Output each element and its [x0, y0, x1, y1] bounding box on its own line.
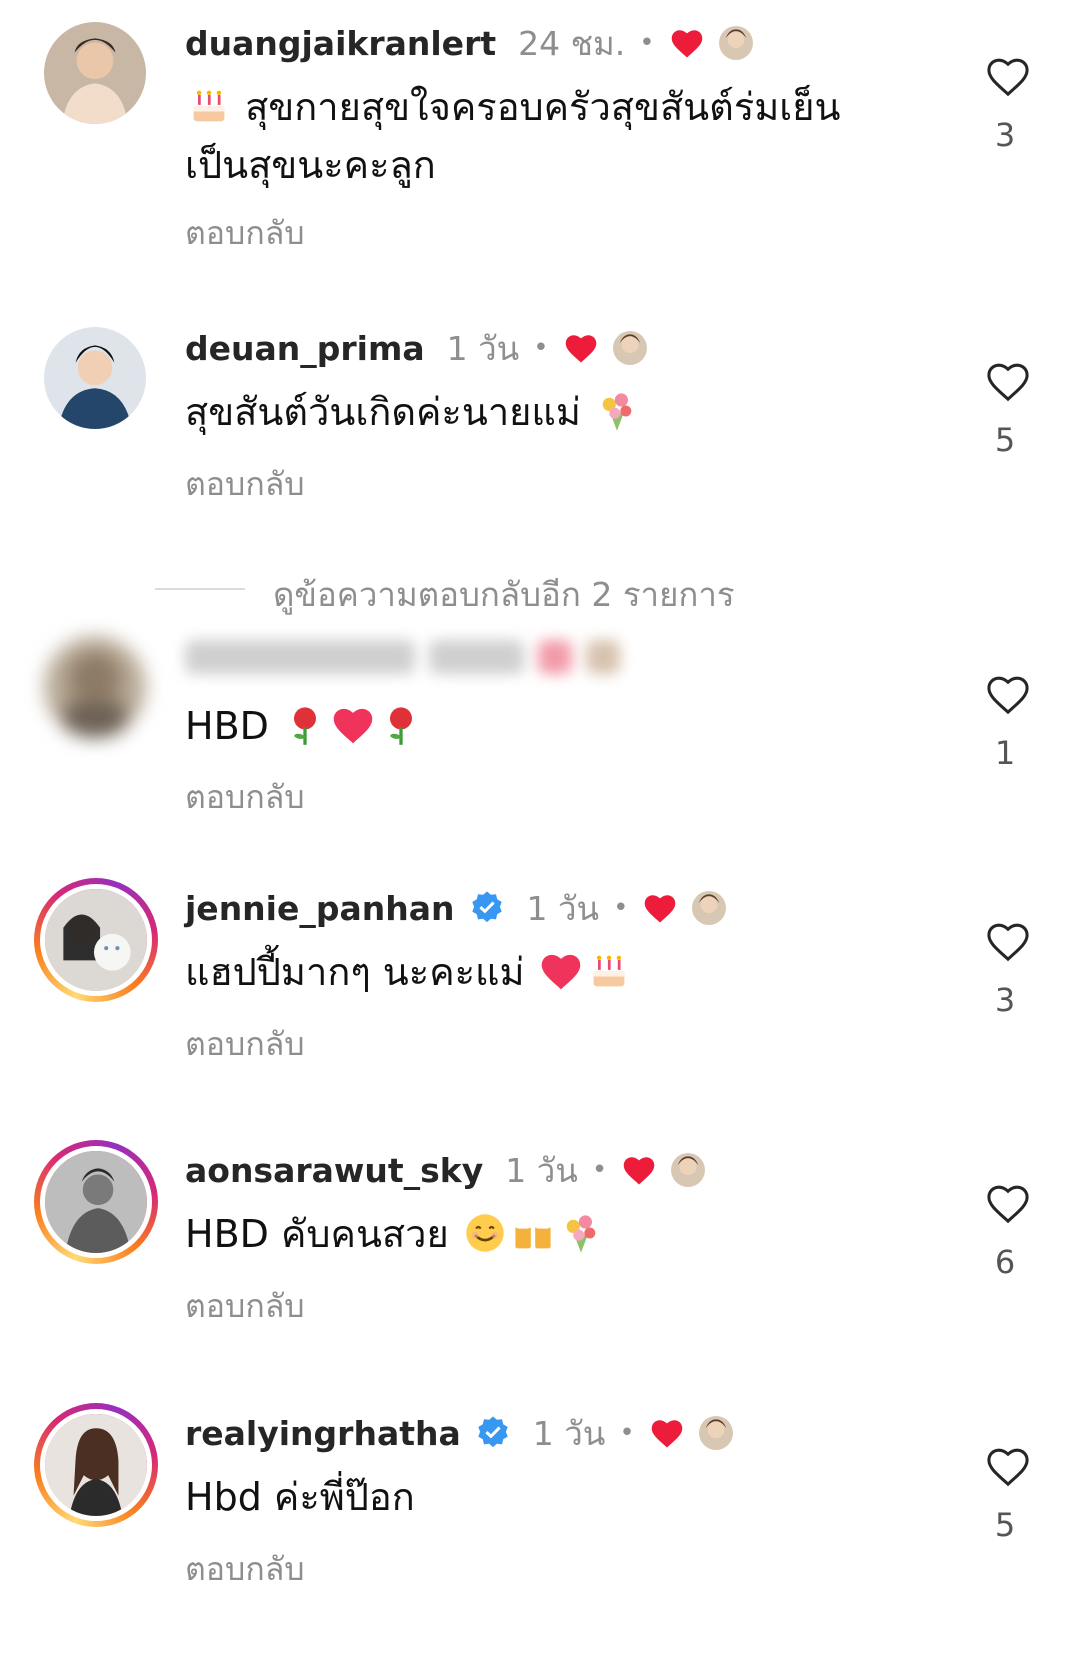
timestamp: 1 วัน — [532, 1413, 606, 1453]
bouquet-emoji-icon — [566, 1215, 596, 1253]
like-count: 6 — [994, 1243, 1016, 1281]
heart-emoji-icon — [541, 954, 580, 990]
timestamp: 1 วัน — [446, 328, 520, 368]
creator-liked-heart-icon — [671, 30, 702, 58]
beer-mugs-emoji-icon — [515, 1222, 551, 1249]
avatar[interactable] — [44, 327, 146, 429]
separator-dot: • — [591, 1155, 608, 1185]
timestamp: 1 วัน — [526, 888, 600, 928]
comment-text-block: Hbd ค่ะพี่ป๊อก — [185, 1468, 905, 1526]
comment-text-block: แฮปปี้มากๆ นะคะแม่ — [185, 943, 905, 1001]
separator-dot: • — [619, 1418, 635, 1448]
comment-text: HBD คับคนสวย — [185, 1212, 449, 1256]
smile-emoji-icon — [466, 1214, 504, 1252]
comment-text: สุขสันต์วันเกิดค่ะนายแม่ — [185, 390, 581, 434]
reply-button[interactable]: ตอบกลับ — [185, 1281, 305, 1332]
reply-button[interactable]: ตอบกลับ — [185, 208, 305, 259]
username[interactable]: jennie_panhan — [185, 889, 455, 928]
birthday-cake-emoji-icon — [593, 955, 625, 987]
avatar-story-ring[interactable] — [34, 878, 158, 1002]
creator-liked-heart-icon — [565, 335, 596, 363]
creator-avatar — [692, 891, 727, 925]
like-count: 3 — [994, 116, 1016, 154]
separator-dot: • — [533, 333, 549, 363]
comment-text-block: HBD คับคนสวย — [185, 1205, 905, 1263]
creator-liked-heart-icon — [645, 895, 676, 923]
creator-avatar — [698, 1416, 733, 1450]
heart-emoji-icon — [333, 708, 373, 744]
creator-liked-heart-icon — [651, 1420, 682, 1448]
like-heart-icon[interactable] — [985, 361, 1031, 403]
avatar-story-ring[interactable] — [34, 1403, 158, 1527]
like-count: 3 — [994, 981, 1016, 1019]
comment-text-block: HBD — [185, 697, 905, 755]
like-count: 5 — [994, 421, 1016, 459]
timestamp: 1 วัน — [505, 1150, 578, 1190]
reply-button[interactable]: ตอบกลับ — [185, 1544, 305, 1595]
username[interactable]: realyingrhatha — [185, 1414, 461, 1453]
birthday-cake-emoji-icon — [193, 90, 225, 122]
creator-avatar — [612, 331, 647, 365]
separator-dot: • — [639, 28, 655, 58]
like-heart-icon[interactable] — [985, 1183, 1031, 1225]
like-heart-icon[interactable] — [985, 674, 1031, 716]
bouquet-emoji-icon — [602, 393, 632, 431]
blurred-header — [185, 632, 620, 682]
username[interactable]: duangjaikranlert — [185, 24, 496, 63]
reply-button[interactable]: ตอบกลับ — [185, 772, 305, 823]
divider — [155, 588, 245, 590]
separator-dot: • — [613, 893, 629, 923]
comment-text: แฮปปี้มากๆ นะคะแม่ — [185, 950, 525, 994]
like-count: 1 — [994, 734, 1016, 772]
avatar[interactable] — [44, 636, 146, 738]
comment-text-block: สุขกายสุขใจครอบครัวสุขสันต์ร่มเย็นเป็นสุ… — [185, 78, 905, 194]
avatar[interactable] — [44, 22, 146, 124]
like-heart-icon[interactable] — [985, 921, 1031, 963]
rose-emoji-icon — [390, 707, 412, 745]
creator-avatar — [671, 1153, 706, 1187]
reply-button[interactable]: ตอบกลับ — [185, 1019, 305, 1070]
comment-text: Hbd ค่ะพี่ป๊อก — [185, 1475, 415, 1519]
view-more-replies[interactable]: ดูข้อความตอบกลับอีก 2 รายการ — [0, 568, 1080, 614]
reply-button[interactable]: ตอบกลับ — [185, 459, 305, 510]
verified-badge-icon — [471, 891, 502, 923]
creator-avatar — [718, 26, 753, 60]
like-count: 5 — [994, 1506, 1016, 1544]
like-heart-icon[interactable] — [985, 56, 1031, 98]
comment-text: สุขกายสุขใจครอบครัวสุขสันต์ร่มเย็นเป็นสุ… — [185, 85, 841, 187]
avatar-story-ring[interactable] — [34, 1140, 158, 1264]
comment-text: HBD — [185, 704, 269, 748]
rose-emoji-icon — [294, 707, 316, 745]
username[interactable]: aonsarawut_sky — [185, 1151, 483, 1190]
view-more-replies-label[interactable]: ดูข้อความตอบกลับอีก 2 รายการ — [273, 568, 735, 621]
verified-badge-icon — [478, 1416, 508, 1448]
timestamp: 24 ชม. — [518, 23, 626, 63]
username[interactable]: deuan_prima — [185, 329, 425, 368]
like-heart-icon[interactable] — [985, 1446, 1031, 1488]
creator-liked-heart-icon — [623, 1157, 655, 1185]
comment-text-block: สุขสันต์วันเกิดค่ะนายแม่ — [185, 383, 905, 441]
